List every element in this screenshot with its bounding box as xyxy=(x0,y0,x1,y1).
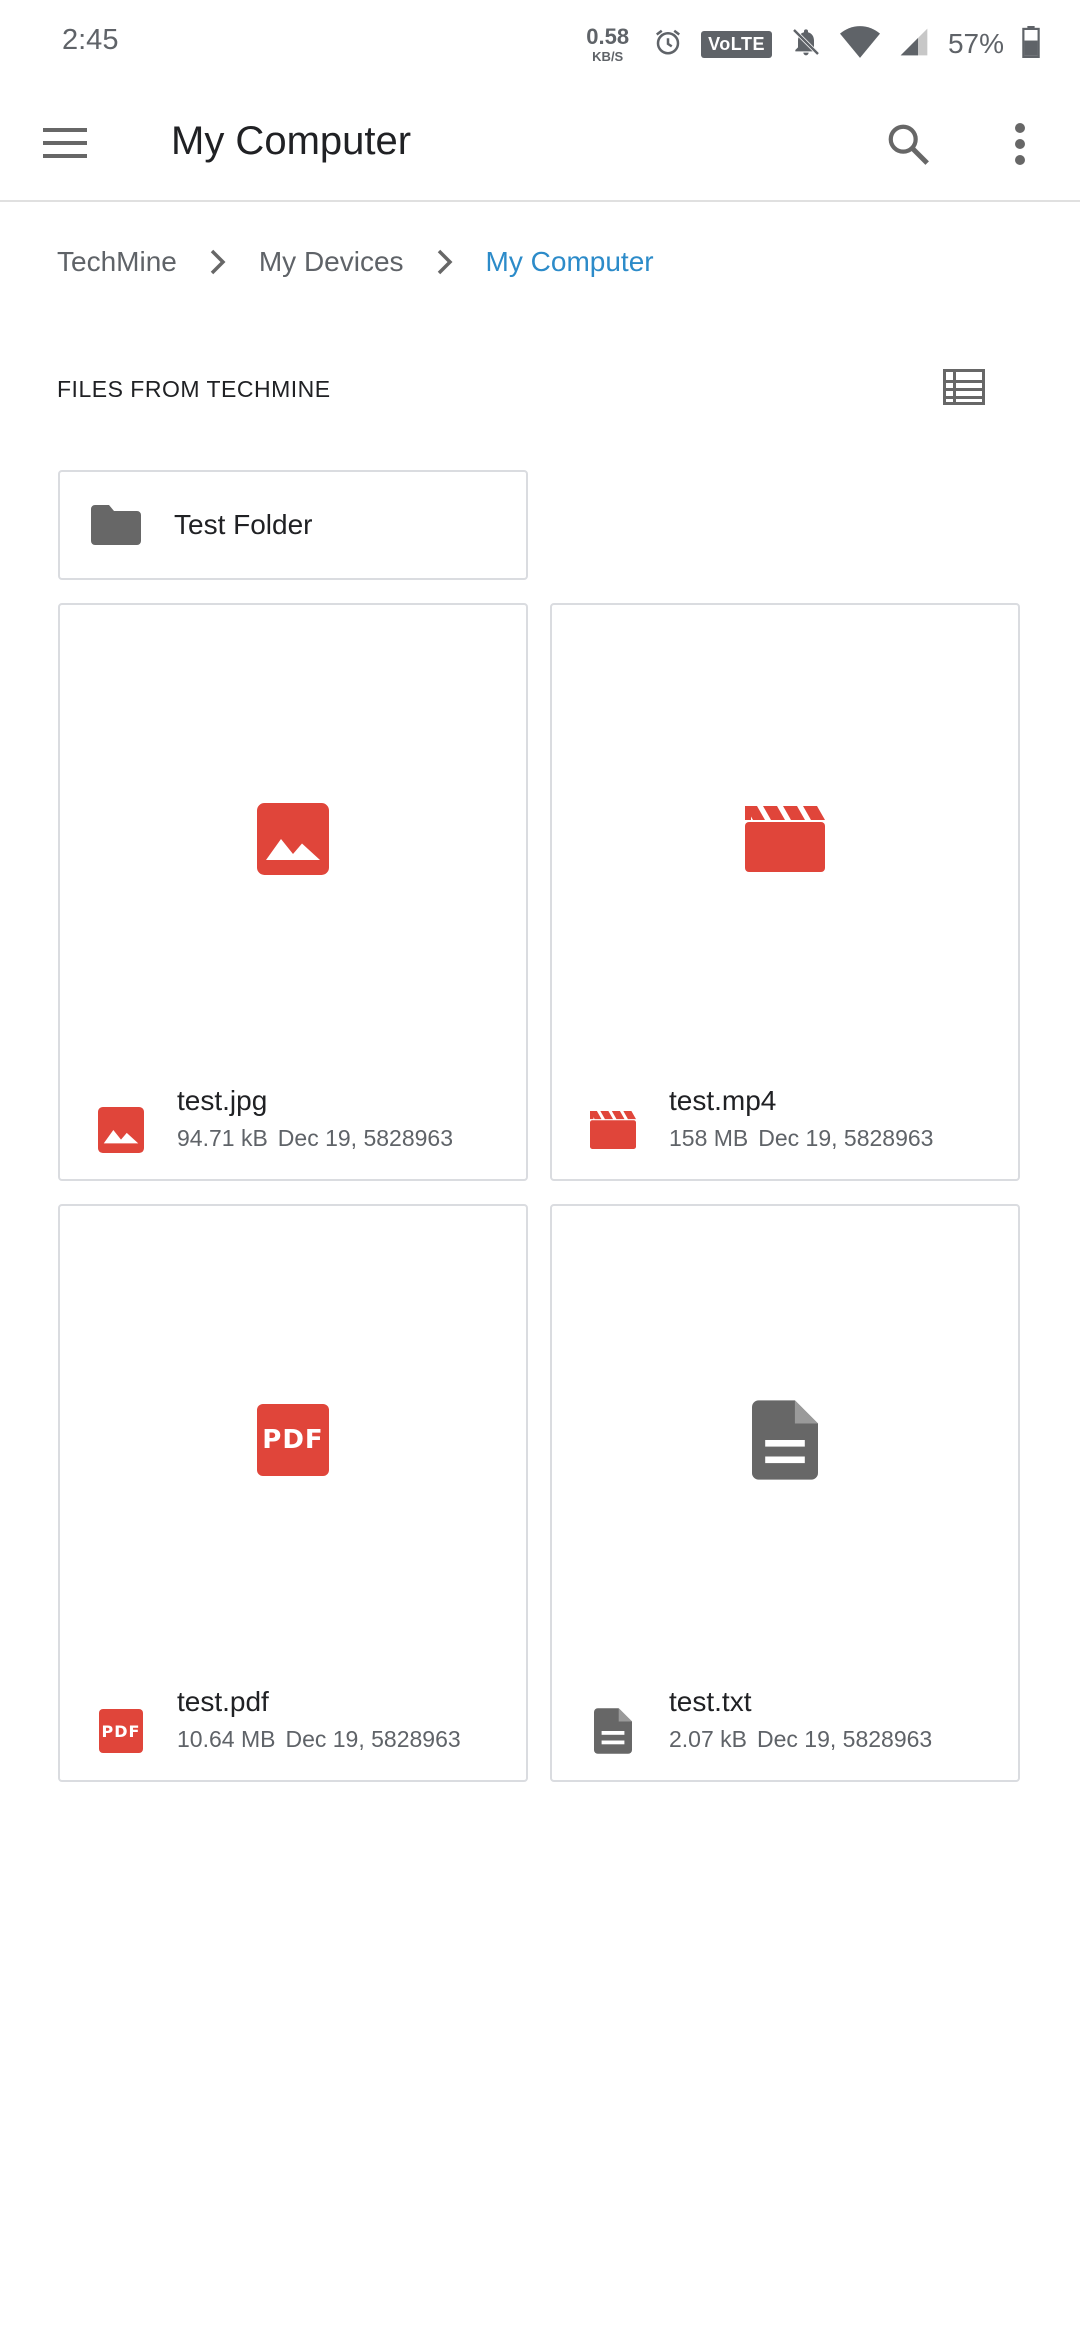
status-bar: 2:45 0.58 KB/S VoLTE 57% xyxy=(0,0,1080,86)
more-options-button[interactable] xyxy=(1000,116,1040,172)
menu-icon xyxy=(43,128,87,158)
file-size: 10.64 MB xyxy=(177,1726,276,1752)
file-size: 158 MB xyxy=(669,1125,749,1151)
file-card-footer: PDF test.pdf 10.64 MB Dec 19, 5828963 xyxy=(60,1670,526,1780)
file-name: test.pdf xyxy=(177,1686,269,1717)
status-icons: 0.58 KB/S VoLTE 57% xyxy=(586,16,1040,72)
file-date: Dec 19, 5828963 xyxy=(758,1125,934,1151)
file-date: Dec 19, 5828963 xyxy=(277,1125,453,1151)
file-preview xyxy=(60,605,526,1073)
folder-card[interactable]: Test Folder xyxy=(58,470,528,580)
chevron-right-icon xyxy=(436,248,454,276)
video-icon xyxy=(590,1107,636,1153)
file-card-footer: test.jpg 94.71 kB Dec 19, 5828963 xyxy=(60,1069,526,1179)
status-time: 2:45 xyxy=(62,24,119,56)
file-date: Dec 19, 5828963 xyxy=(757,1726,933,1752)
folder-icon xyxy=(90,503,142,547)
file-preview xyxy=(552,1206,1018,1674)
chevron-right-icon xyxy=(209,248,227,276)
file-name: test.mp4 xyxy=(669,1085,777,1116)
file-size: 94.71 kB xyxy=(177,1125,268,1151)
battery-icon xyxy=(1022,25,1040,63)
menu-button[interactable] xyxy=(38,116,92,170)
page-title: My Computer xyxy=(171,119,412,163)
section-title: FILES FROM TECHMINE xyxy=(57,376,331,402)
folder-name: Test Folder xyxy=(174,509,313,540)
image-icon xyxy=(257,803,329,875)
file-meta: 158 MB Dec 19, 5828963 xyxy=(669,1125,933,1152)
network-speed-unit: KB/S xyxy=(592,48,624,64)
breadcrumb-item-techmine[interactable]: TechMine xyxy=(57,246,177,278)
volte-badge: VoLTE xyxy=(701,30,772,58)
list-view-toggle[interactable] xyxy=(941,364,987,410)
file-card-test-jpg[interactable]: test.jpg 94.71 kB Dec 19, 5828963 xyxy=(58,603,528,1181)
search-icon xyxy=(888,124,929,165)
video-icon xyxy=(745,806,825,872)
wifi-icon xyxy=(839,25,880,63)
list-view-icon xyxy=(943,369,985,405)
more-vert-icon xyxy=(1015,123,1025,165)
file-name: test.txt xyxy=(669,1686,752,1717)
breadcrumb-item-my-computer[interactable]: My Computer xyxy=(486,246,654,278)
file-meta: 94.71 kB Dec 19, 5828963 xyxy=(177,1125,453,1152)
cell-signal-icon xyxy=(898,26,930,63)
breadcrumb-item-my-devices[interactable]: My Devices xyxy=(259,246,404,278)
file-date: Dec 19, 5828963 xyxy=(285,1726,461,1752)
pdf-icon-badge: PDF xyxy=(99,1709,143,1753)
alarm-icon xyxy=(653,27,683,62)
file-preview xyxy=(552,605,1018,1073)
pdf-icon: PDF xyxy=(257,1404,329,1476)
image-icon xyxy=(98,1107,144,1153)
network-speed: 0.58 KB/S xyxy=(586,23,630,64)
notifications-off-icon xyxy=(790,26,822,63)
search-button[interactable] xyxy=(880,116,936,172)
battery-percentage: 57% xyxy=(947,28,1004,59)
file-size: 2.07 kB xyxy=(669,1726,747,1752)
file-name: test.jpg xyxy=(177,1085,268,1116)
file-card-footer: test.txt 2.07 kB Dec 19, 5828963 xyxy=(552,1670,1018,1780)
file-card-footer: test.mp4 158 MB Dec 19, 5828963 xyxy=(552,1069,1018,1179)
file-card-test-mp4[interactable]: test.mp4 158 MB Dec 19, 5828963 xyxy=(550,603,1020,1181)
file-card-test-txt[interactable]: test.txt 2.07 kB Dec 19, 5828963 xyxy=(550,1204,1020,1782)
file-meta: 10.64 MB Dec 19, 5828963 xyxy=(177,1726,461,1753)
file-preview: PDF xyxy=(60,1206,526,1674)
text-file-icon xyxy=(590,1708,636,1754)
file-meta: 2.07 kB Dec 19, 5828963 xyxy=(669,1726,932,1753)
app-bar: My Computer xyxy=(0,86,1080,202)
file-card-test-pdf[interactable]: PDF PDF test.pdf 10.64 MB Dec 19, 5828963 xyxy=(58,1204,528,1782)
network-speed-value: 0.58 xyxy=(586,23,630,49)
pdf-icon: PDF xyxy=(98,1708,144,1754)
text-file-icon xyxy=(752,1400,818,1480)
breadcrumb: TechMine My Devices My Computer xyxy=(57,240,654,284)
